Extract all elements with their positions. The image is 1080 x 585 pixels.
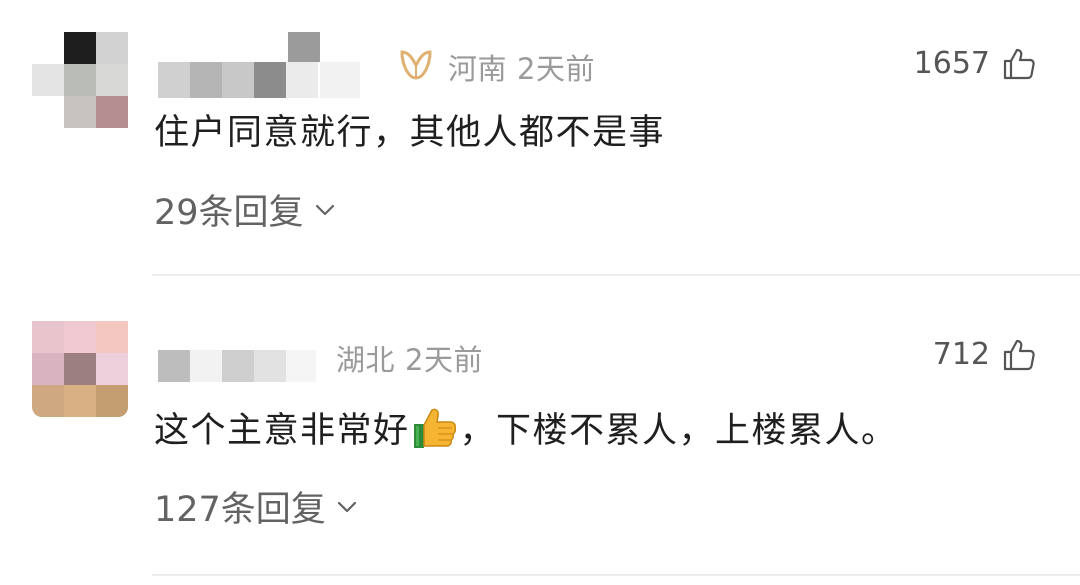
comment-item: 湖北 2天前 712 这个主意非常好 ，下楼不累人，上楼累人。 127条回复 [0,277,1080,577]
avatar[interactable] [32,321,128,417]
like-button[interactable]: 712 [933,337,1036,372]
divider [152,274,1080,276]
username-mosaic[interactable] [158,32,388,104]
comment-text: 这个主意非常好 ，下楼不累人，上楼累人。 [154,402,898,453]
view-replies-button[interactable]: 127条回复 [154,481,360,532]
comment-text-part: 住户同意就行，其他人都不是事 [154,113,666,153]
username-mosaic[interactable] [158,340,328,384]
chevron-down-icon [315,204,334,215]
thumbs-up-icon [1003,339,1035,370]
comment-meta: 湖北 2天前 [336,337,493,379]
like-count: 1657 [913,46,990,81]
like-button[interactable]: 1657 [914,46,1036,81]
thumbs-up-icon [1003,48,1035,79]
comment-text-part: 这个主意非常好 [154,411,410,451]
comment-item: 河南 2天前 1657 住户同意就行，其他人都不是事 29条回复 [0,0,1080,276]
region: 湖北 [336,343,396,377]
comment-text: 住户同意就行，其他人都不是事 [154,104,665,155]
view-replies-button[interactable]: 29条回复 [154,184,338,235]
region: 河南 [448,52,508,86]
chevron-down-icon [337,501,356,512]
replies-label: 29条回复 [154,193,304,233]
divider [152,574,1080,576]
avatar[interactable] [32,32,128,128]
like-count: 712 [932,337,990,372]
comment-list: 河南 2天前 1657 住户同意就行，其他人都不是事 29条回复 湖北 2天前 … [0,0,1080,585]
comment-meta: 河南 2天前 [448,46,605,88]
thumbs-up-emoji-icon [413,408,456,448]
timestamp: 2天前 [405,343,483,377]
vip-badge-icon [400,50,432,80]
timestamp: 2天前 [517,52,595,86]
replies-label: 127条回复 [154,490,326,530]
comment-text-part: ，下楼不累人，上楼累人。 [459,411,898,451]
